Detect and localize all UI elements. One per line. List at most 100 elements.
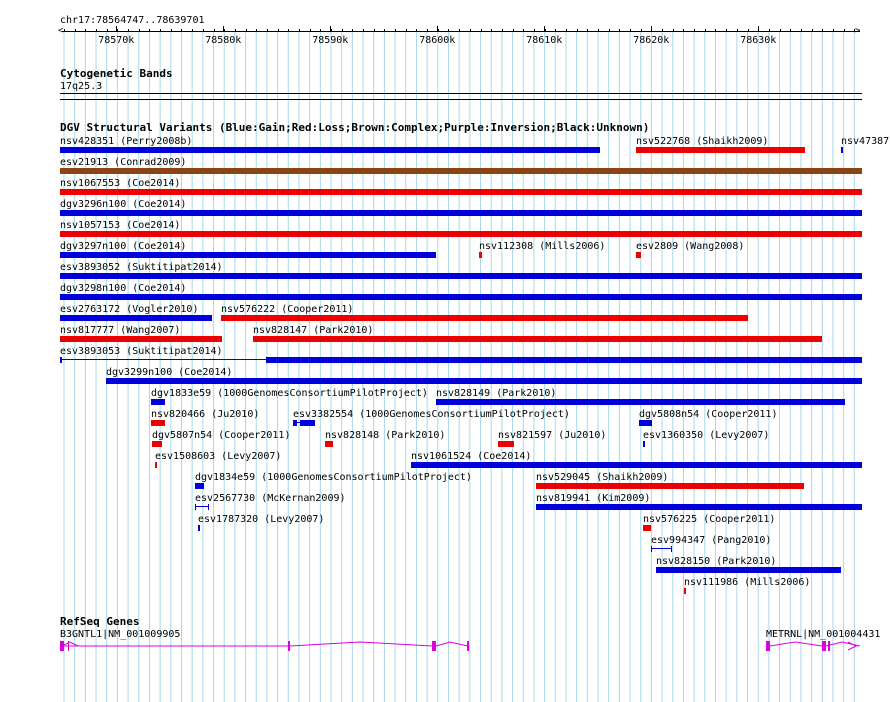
sv-feature-bar[interactable] (636, 252, 641, 258)
sv-feature-bar[interactable] (325, 441, 333, 447)
sv-feature-label[interactable]: esv3893053 (Suktitipat2014) (60, 346, 223, 357)
sv-feature-label[interactable]: dgv3297n100 (Coe2014) (60, 241, 186, 252)
sv-feature-bar[interactable] (151, 399, 165, 405)
sv-feature-bar[interactable] (195, 504, 196, 510)
sv-feature-label[interactable]: nsv1057153 (Coe2014) (60, 220, 180, 231)
sv-feature-bar[interactable] (536, 504, 862, 510)
sv-feature-bar[interactable] (60, 231, 862, 237)
gene-exon[interactable] (822, 641, 826, 651)
sv-feature-label[interactable]: dgv3299n100 (Coe2014) (106, 367, 232, 378)
sv-feature-label[interactable]: nsv828149 (Park2010) (436, 388, 556, 399)
sv-feature-label[interactable]: nsv828147 (Park2010) (253, 325, 373, 336)
sv-feature-bar[interactable] (301, 420, 315, 426)
sv-feature-label[interactable]: esv2567730 (McKernan2009) (195, 493, 346, 504)
gene-exon[interactable] (467, 641, 469, 651)
sv-feature-label[interactable]: nsv529045 (Shaikh2009) (536, 472, 668, 483)
sv-feature-label[interactable]: esv2763172 (Vogler2010) (60, 304, 198, 315)
sv-feature-bar[interactable] (411, 462, 862, 468)
sv-feature-label[interactable]: dgv3298n100 (Coe2014) (60, 283, 186, 294)
sv-feature-bar[interactable] (60, 273, 862, 279)
sv-feature-connector[interactable] (651, 548, 672, 549)
sv-feature-bar[interactable] (60, 147, 600, 153)
sv-feature-bar[interactable] (636, 147, 805, 153)
sv-feature-label[interactable]: nsv828148 (Park2010) (325, 430, 445, 441)
sv-feature-label[interactable]: esv1787320 (Levy2007) (198, 514, 324, 525)
sv-feature-label[interactable]: nsv112308 (Mills2006) (479, 241, 605, 252)
sv-feature-bar[interactable] (498, 441, 514, 447)
gene-arrow[interactable] (61, 641, 79, 647)
sv-feature-label[interactable]: dgv5807n54 (Cooper2011) (152, 430, 290, 441)
sv-feature-bar[interactable] (479, 252, 482, 258)
sv-feature-bar[interactable] (60, 294, 862, 300)
sv-feature-bar[interactable] (60, 336, 222, 342)
sv-feature-label[interactable]: esv21913 (Conrad2009) (60, 157, 186, 168)
sv-feature-label[interactable]: esv1360350 (Levy2007) (643, 430, 769, 441)
sv-feature-bar[interactable] (151, 420, 165, 426)
gene-exon[interactable] (766, 641, 770, 651)
sv-feature-bar[interactable] (536, 483, 804, 489)
sv-feature-bar[interactable] (253, 336, 822, 342)
sv-feature-label[interactable]: esv2809 (Wang2008) (636, 241, 744, 252)
sv-feature-label[interactable]: nsv828150 (Park2010) (656, 556, 776, 567)
gene-exon[interactable] (68, 641, 69, 651)
sv-feature-label[interactable]: nsv576222 (Cooper2011) (221, 304, 353, 315)
sv-feature-bar[interactable] (671, 546, 672, 552)
sv-feature-bar[interactable] (639, 420, 652, 426)
sv-feature-label[interactable]: nsv428351 (Perry2008b) (60, 136, 192, 147)
sv-feature-label[interactable]: nsv522768 (Shaikh2009) (636, 136, 768, 147)
sv-feature-label[interactable]: esv3893052 (Suktitipat2014) (60, 262, 223, 273)
ruler-minor-tick (309, 29, 311, 32)
sv-feature-bar[interactable] (60, 315, 212, 321)
sv-feature-label[interactable]: nsv1067553 (Coe2014) (60, 178, 180, 189)
sv-feature-label[interactable]: nsv817777 (Wang2007) (60, 325, 180, 336)
sv-feature-label[interactable]: nsv819941 (Kim2009) (536, 493, 650, 504)
sv-feature-bar[interactable] (155, 462, 157, 468)
sv-feature-bar[interactable] (643, 525, 651, 531)
sv-feature-label[interactable]: nsv47387 (841, 136, 889, 147)
sv-feature-connector[interactable] (60, 359, 266, 360)
sv-feature-label[interactable]: dgv1833e59 (1000GenomesConsortiumPilotPr… (151, 388, 428, 399)
sv-feature-label[interactable]: nsv1061524 (Coe2014) (411, 451, 531, 462)
sv-feature-bar[interactable] (656, 567, 841, 573)
ruler-minor-tick (405, 29, 407, 32)
sv-feature-label[interactable]: nsv820466 (Ju2010) (151, 409, 259, 420)
sv-feature-bar[interactable] (266, 357, 862, 363)
gene-intron-line[interactable] (435, 641, 469, 647)
sv-feature-label[interactable]: dgv5808n54 (Cooper2011) (639, 409, 777, 420)
sv-feature-bar[interactable] (841, 147, 843, 153)
gene-intron-line[interactable] (769, 641, 823, 647)
sv-feature-label[interactable]: nsv111986 (Mills2006) (684, 577, 810, 588)
sv-feature-bar[interactable] (195, 483, 204, 489)
sv-feature-bar[interactable] (684, 588, 686, 594)
gene-exon[interactable] (288, 641, 290, 651)
sv-feature-bar[interactable] (651, 546, 652, 552)
ruler-minor-tick (694, 29, 696, 32)
gene-intron-line[interactable] (289, 641, 433, 647)
sv-feature-bar[interactable] (60, 168, 862, 174)
gene-exon[interactable] (432, 641, 436, 651)
gene-exon[interactable] (60, 641, 64, 651)
sv-feature-bar[interactable] (198, 525, 200, 531)
sv-feature-label[interactable]: nsv821597 (Ju2010) (498, 430, 606, 441)
sv-feature-bar[interactable] (60, 189, 862, 195)
sv-feature-label[interactable]: esv994347 (Pang2010) (651, 535, 771, 546)
refseq-gene-models[interactable] (0, 636, 890, 656)
sv-feature-bar[interactable] (60, 357, 62, 363)
sv-feature-label[interactable]: esv1508603 (Levy2007) (155, 451, 281, 462)
sv-feature-bar[interactable] (293, 420, 297, 426)
sv-feature-connector[interactable] (195, 506, 209, 507)
sv-feature-bar[interactable] (643, 441, 645, 447)
sv-feature-connector[interactable] (293, 422, 315, 423)
gene-exon[interactable] (828, 641, 830, 651)
sv-feature-bar[interactable] (221, 315, 748, 321)
sv-feature-label[interactable]: nsv576225 (Cooper2011) (643, 514, 775, 525)
sv-feature-bar[interactable] (60, 210, 862, 216)
sv-feature-bar[interactable] (208, 504, 209, 510)
sv-feature-label[interactable]: dgv3296n100 (Coe2014) (60, 199, 186, 210)
sv-feature-bar[interactable] (60, 252, 436, 258)
sv-feature-bar[interactable] (436, 399, 845, 405)
sv-feature-bar[interactable] (152, 441, 162, 447)
sv-feature-label[interactable]: esv3382554 (1000GenomesConsortiumPilotPr… (293, 409, 570, 420)
sv-feature-label[interactable]: dgv1834e59 (1000GenomesConsortiumPilotPr… (195, 472, 472, 483)
sv-feature-bar[interactable] (106, 378, 862, 384)
